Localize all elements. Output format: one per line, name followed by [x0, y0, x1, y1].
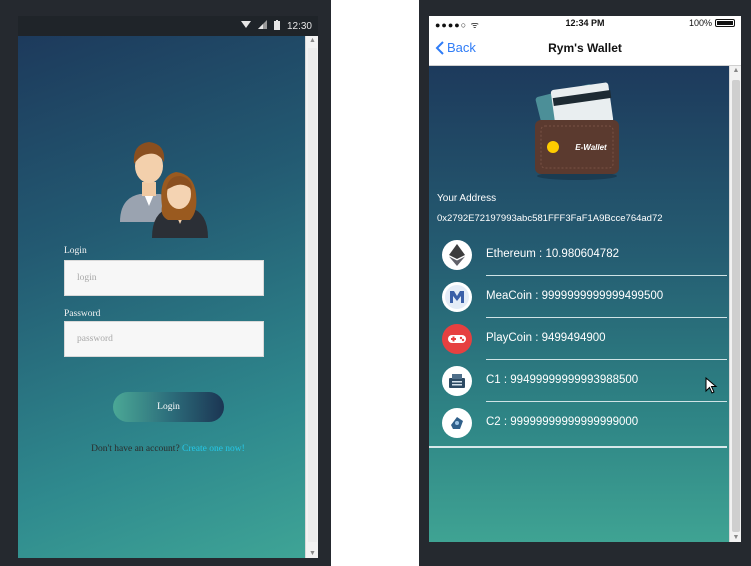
navigation-bar: Back Rym's Wallet [429, 32, 741, 66]
battery-status: 100% [689, 18, 735, 28]
coin-row-c2[interactable]: C2 : 99999999999999999000 [429, 402, 727, 444]
mouse-cursor-icon [705, 377, 718, 394]
wallet-screen: E-Wallet Your Address 0x2792E72197993abc… [429, 66, 741, 542]
scrollbar-thumb[interactable] [308, 48, 317, 542]
login-button[interactable]: Login [113, 392, 224, 422]
coin-row-meacoin[interactable]: MeaCoin : 9999999999999499500 [429, 276, 727, 318]
page-title: Rym's Wallet [548, 41, 622, 55]
scrollbar[interactable]: ▲ ▼ [305, 36, 318, 558]
wallet-badge: E-Wallet [575, 143, 607, 152]
signup-row: Don't have an account? Create one now! [18, 444, 318, 454]
android-status-bar: 12:30 [18, 16, 318, 36]
coin-balance: C1 : 99499999999993988500 [486, 374, 639, 386]
scrollbar-thumb[interactable] [732, 80, 740, 532]
scroll-down-icon[interactable]: ▼ [730, 534, 741, 541]
users-icon [120, 142, 208, 238]
meacoin-icon [442, 282, 472, 312]
scroll-down-icon[interactable]: ▼ [306, 550, 318, 557]
signal-icon [257, 20, 267, 32]
android-login-phone: 12:30 Login Password Login Don't have an… [0, 0, 331, 566]
battery-icon [715, 19, 735, 27]
status-time: 12:30 [286, 20, 312, 32]
coin-balance: PlayCoin : 9499494900 [486, 332, 606, 344]
battery-percent: 100% [688, 18, 712, 28]
password-label: Password [64, 309, 101, 319]
ios-wallet-phone: ●●●●○ ᯤ 12:34 PM 100% Back Rym's Wallet … [419, 0, 751, 566]
c1-icon [442, 366, 472, 396]
signup-prompt: Don't have an account? [91, 444, 180, 454]
coin-row-playcoin[interactable]: PlayCoin : 9499494900 [429, 318, 727, 360]
scroll-up-icon[interactable]: ▲ [306, 37, 318, 44]
password-input[interactable] [64, 321, 264, 357]
wallet-icon: E-Wallet [535, 82, 619, 180]
coin-balance: Ethereum : 10.980604782 [486, 248, 619, 260]
scrollbar[interactable]: ▲ ▼ [729, 66, 741, 542]
c2-icon [442, 408, 472, 438]
create-account-link[interactable]: Create one now! [182, 444, 245, 454]
playcoin-icon [442, 324, 472, 354]
coin-balance: MeaCoin : 9999999999999499500 [486, 290, 664, 302]
login-screen: Login Password Login Don't have an accou… [18, 36, 318, 558]
wifi-icon [240, 20, 251, 32]
scroll-up-icon[interactable]: ▲ [730, 67, 741, 74]
battery-icon [273, 19, 280, 33]
ethereum-icon [442, 240, 472, 270]
coin-balance: C2 : 99999999999999999000 [486, 416, 639, 428]
login-label: Login [64, 246, 87, 256]
ios-status-bar: ●●●●○ ᯤ 12:34 PM 100% [429, 16, 741, 32]
address-label: Your Address [437, 193, 497, 204]
list-divider [429, 446, 727, 448]
coin-row-ethereum[interactable]: Ethereum : 10.980604782 [429, 234, 727, 276]
login-input[interactable] [64, 260, 264, 296]
wallet-address: 0x2792E72197993abc581FFF3FaF1A9Bcce764ad… [437, 213, 663, 224]
coin-row-c1[interactable]: C1 : 99499999999993988500 [429, 360, 727, 402]
